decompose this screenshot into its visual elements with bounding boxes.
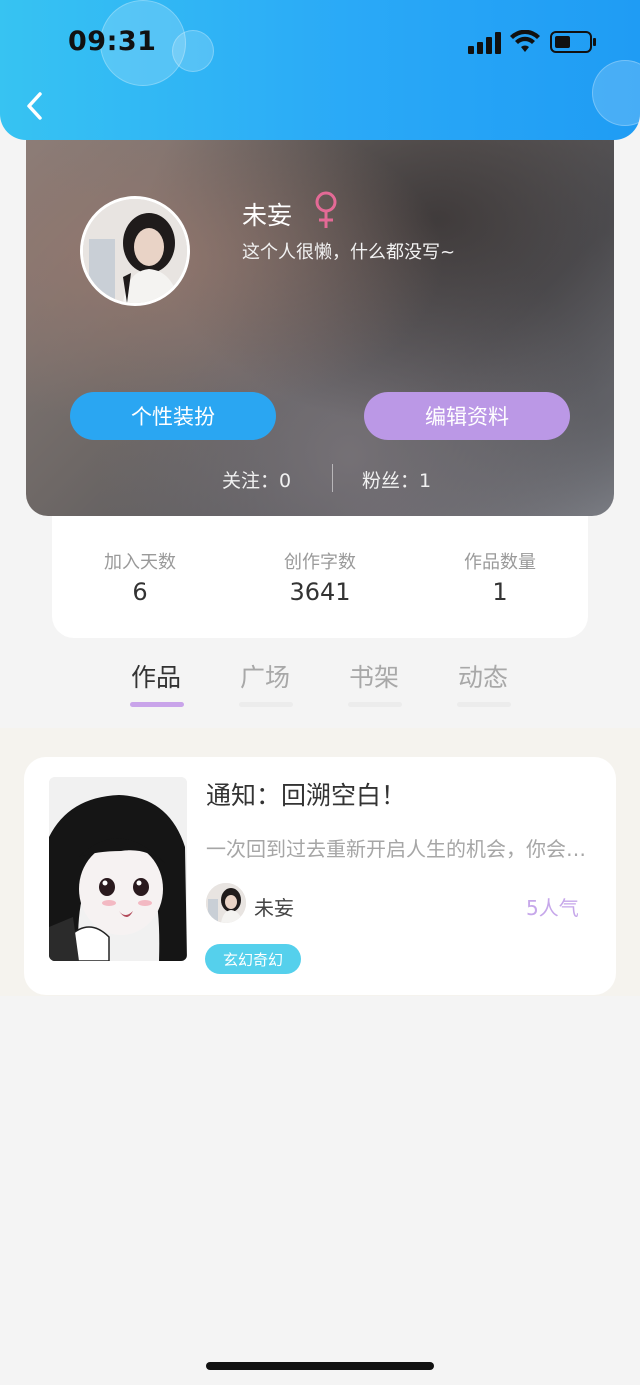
stat-value: 1 (492, 578, 508, 606)
profile-bio: 这个人很懒，什么都没写~ (242, 242, 456, 263)
popularity-count: 5人气 (526, 896, 579, 920)
tab-square[interactable]: 广场 (235, 658, 295, 694)
female-gender-icon (315, 191, 337, 228)
profile-card (26, 120, 614, 516)
tab-works[interactable]: 作品 (126, 658, 186, 694)
following-count[interactable]: 关注：0 (222, 466, 291, 493)
tab-bookshelf-indicator (348, 702, 402, 707)
stat-label: 创作字数 (284, 552, 356, 573)
work-cover-image[interactable] (49, 777, 187, 961)
signal-icon (468, 32, 501, 54)
wifi-icon (510, 30, 540, 52)
genre-tag[interactable]: 玄幻奇幻 (205, 944, 301, 974)
battery-icon (550, 31, 596, 53)
work-title[interactable]: 通知：回溯空白！ (206, 776, 406, 812)
profile-avatar[interactable] (80, 196, 190, 306)
author-name: 未妄 (254, 896, 294, 920)
tab-works-indicator (130, 702, 184, 707)
back-arrow-icon[interactable] (22, 88, 50, 124)
divider (332, 464, 333, 492)
author-avatar (206, 883, 246, 923)
top-header: 09:31 (0, 0, 640, 140)
tab-activity-indicator (457, 702, 511, 707)
stat-value: 3641 (289, 578, 351, 606)
tab-activity[interactable]: 动态 (453, 658, 513, 694)
fans-count[interactable]: 粉丝：1 (362, 466, 431, 493)
work-description: 一次回到过去重新开启人生的机会，你会怎么选择 (206, 837, 586, 861)
decor-bubble (172, 30, 214, 72)
tab-bookshelf[interactable]: 书架 (344, 658, 404, 694)
status-time: 09:31 (68, 26, 157, 57)
tab-square-indicator (239, 702, 293, 707)
stat-value: 6 (132, 578, 148, 606)
stat-join-days: 加入天数 6 (60, 548, 220, 606)
stat-label: 加入天数 (104, 552, 176, 573)
stat-works-count: 作品数量 1 (420, 548, 580, 606)
stat-label: 作品数量 (464, 552, 536, 573)
stat-word-count: 创作字数 3641 (240, 548, 400, 606)
profile-username: 未妄 (242, 201, 293, 230)
decor-bubble (592, 60, 640, 126)
edit-profile-button[interactable]: 编辑资料 (364, 392, 570, 440)
home-indicator[interactable] (206, 1362, 434, 1370)
dress-up-button[interactable]: 个性装扮 (70, 392, 276, 440)
